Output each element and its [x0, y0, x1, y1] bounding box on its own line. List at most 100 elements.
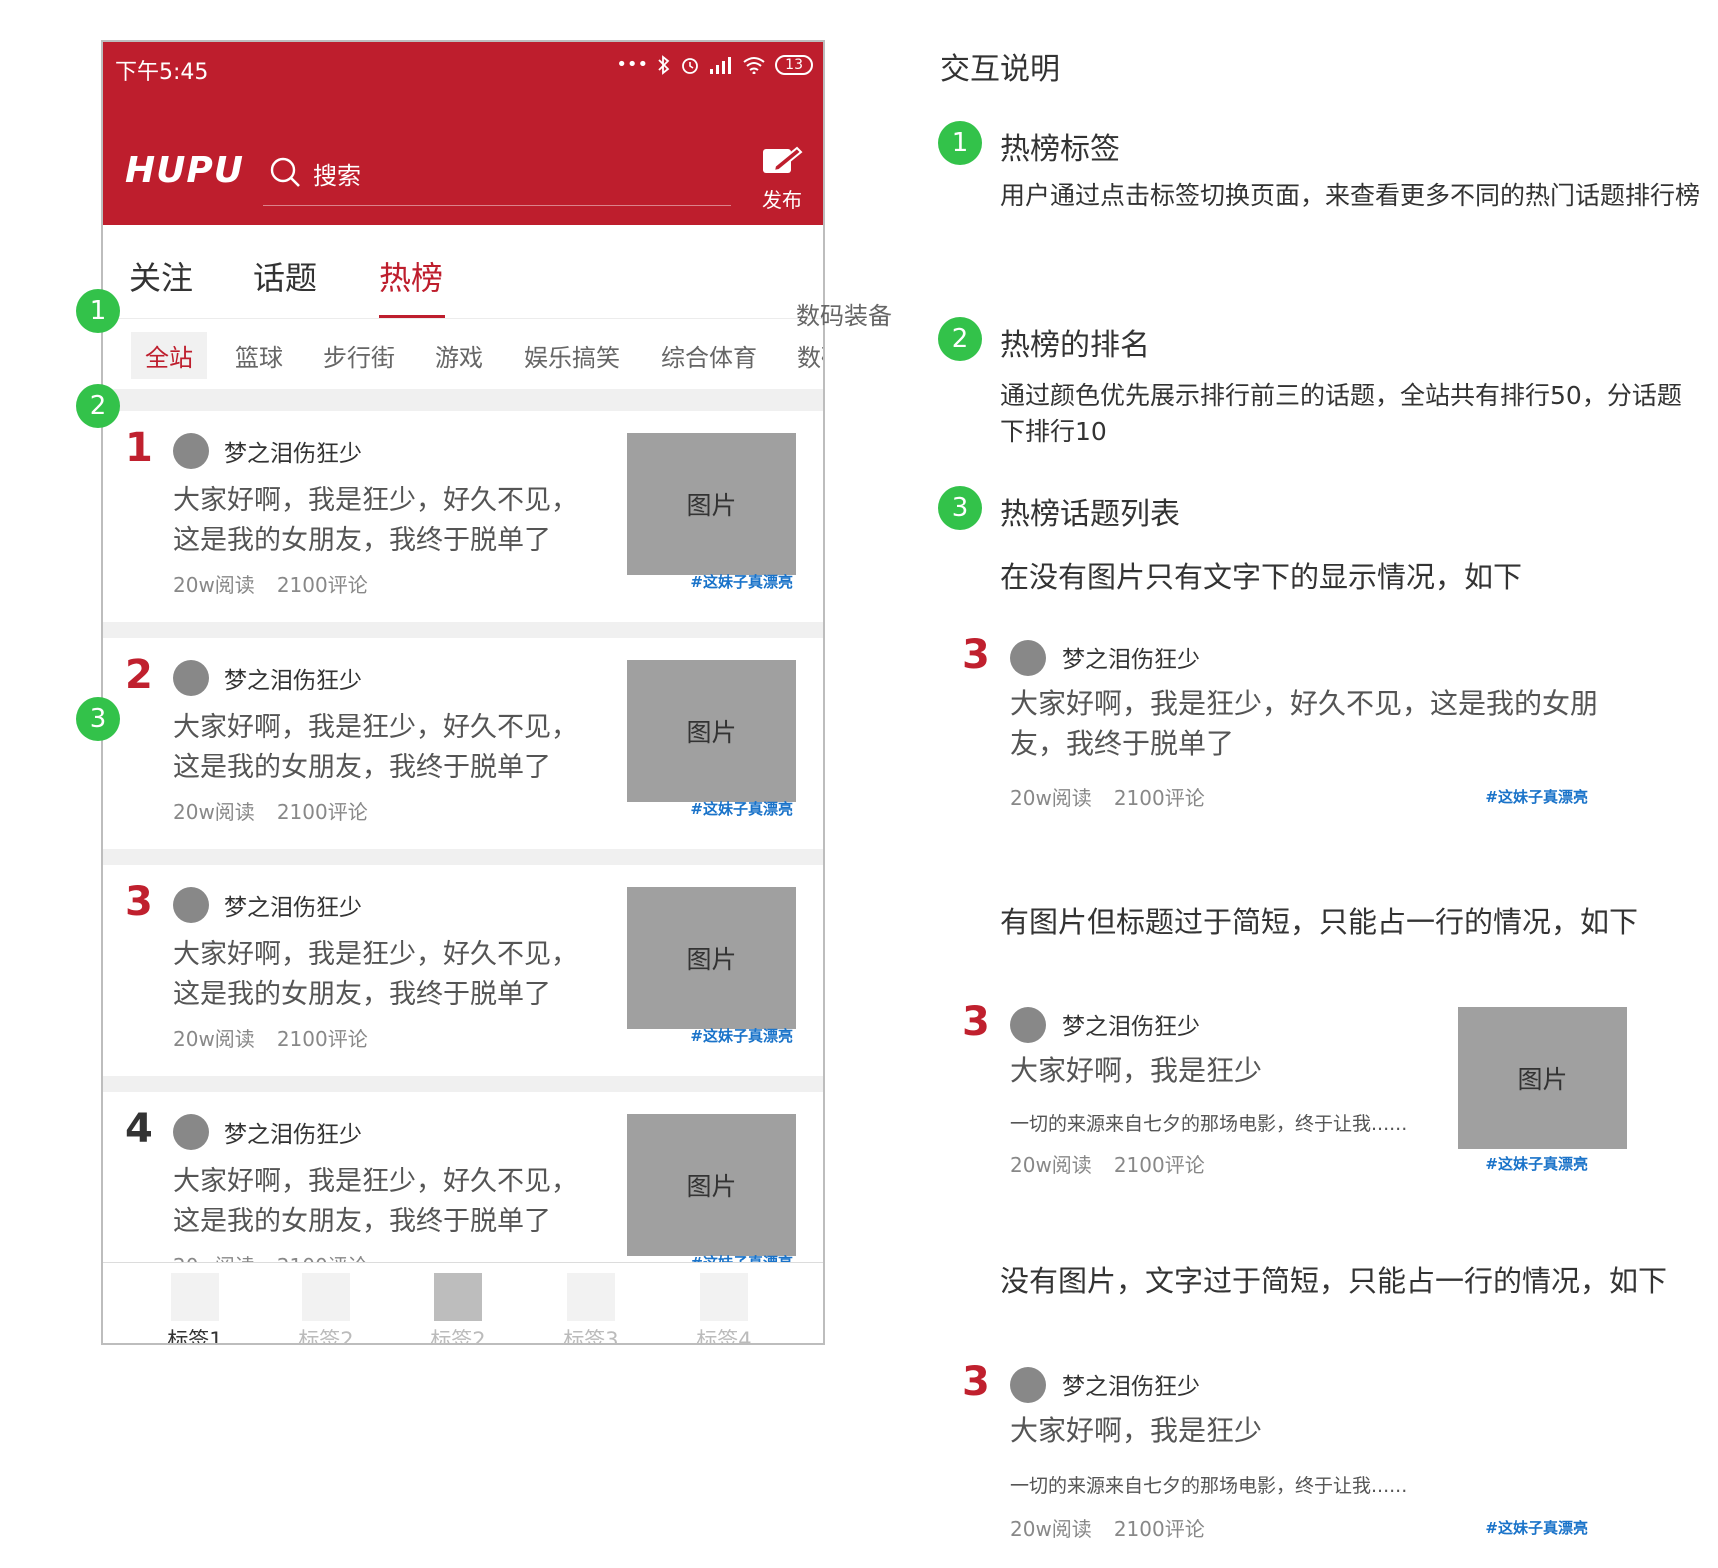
signal-icon [709, 56, 733, 74]
topic-tag[interactable]: #这妹子真漂亮 [690, 1025, 793, 1046]
battery-icon: 13 [775, 55, 813, 75]
topic-tag[interactable]: #这妹子真漂亮 [690, 571, 793, 592]
read-count: 20w阅读 [173, 800, 255, 824]
example-image-short-title: 3 梦之泪伤狂少 大家好啊，我是狂少 一切的来源来自七夕的那场电影，终于让我..… [958, 999, 1648, 1189]
hupu-logo[interactable]: HUPU [125, 150, 244, 191]
topic-tag: #这妹子真漂亮 [1485, 1517, 1588, 1538]
username[interactable]: 梦之泪伤狂少 [224, 661, 362, 695]
nav-label: 标签2 [298, 1324, 353, 1345]
topic-title[interactable]: 大家好啊，我是狂少，好久不见，这是我的女朋友，我终于脱单了 [173, 481, 583, 561]
read-count: 20w阅读 [1010, 1517, 1092, 1541]
topic-tag[interactable]: #这妹子真漂亮 [690, 798, 793, 819]
subtab-basketball[interactable]: 篮球 [235, 338, 283, 373]
item-divider [103, 1076, 823, 1092]
topic-image[interactable]: 图片 [627, 1114, 796, 1256]
section-title-hot-list-tabs: 热榜标签 [1000, 124, 1120, 168]
topic-tag: #这妹子真漂亮 [1485, 786, 1588, 807]
item-divider [103, 622, 823, 638]
nav-item-tag4[interactable]: 标签4 [694, 1273, 754, 1345]
topic-image[interactable]: 图片 [627, 660, 796, 802]
explanation-heading: 交互说明 [940, 44, 1060, 88]
rank-number: 3 [962, 999, 990, 1045]
status-bar: 下午5:45 ••• 13 [103, 42, 823, 92]
subtab-pedestrian-street[interactable]: 步行街 [323, 338, 395, 373]
active-tab-indicator [379, 315, 445, 318]
topic-summary: 一切的来源来自七夕的那场电影，终于让我...... [1010, 1471, 1407, 1498]
tab-topic[interactable]: 话题 [253, 253, 317, 299]
avatar[interactable] [173, 433, 209, 469]
subtab-digital-overflow: 数码装备 [796, 296, 892, 331]
rank-number: 2 [125, 652, 153, 698]
read-count: 20w阅读 [1010, 1153, 1092, 1177]
username[interactable]: 梦之泪伤狂少 [224, 888, 362, 922]
topic-title[interactable]: 大家好啊，我是狂少，好久不见，这是我的女朋友，我终于脱单了 [173, 708, 583, 788]
tab-follow[interactable]: 关注 [129, 253, 193, 299]
avatar[interactable] [173, 887, 209, 923]
topic-image: 图片 [1458, 1007, 1627, 1149]
nav-item-tag2b[interactable]: 标签2 [428, 1273, 488, 1345]
item-divider [103, 849, 823, 865]
comment-count: 2100评论 [1114, 1153, 1205, 1177]
topic-title[interactable]: 大家好啊，我是狂少，好久不见，这是我的女朋友，我终于脱单了 [173, 1162, 583, 1242]
subtab-all-site[interactable]: 全站 [131, 332, 207, 379]
topic-meta: 20w阅读2100评论 [173, 569, 368, 598]
topic-meta: 20w阅读 2100评论 [1010, 1513, 1205, 1542]
section-marker-1: 1 [938, 121, 982, 165]
topic-image[interactable]: 图片 [627, 887, 796, 1029]
hot-topic-item[interactable]: 2 梦之泪伤狂少 大家好啊，我是狂少，好久不见，这是我的女朋友，我终于脱单了 2… [103, 638, 823, 849]
comment-count: 2100评论 [277, 573, 368, 597]
username[interactable]: 梦之泪伤狂少 [224, 1115, 362, 1149]
avatar [1010, 1007, 1046, 1043]
rank-number: 3 [962, 632, 990, 678]
alarm-icon [680, 55, 700, 75]
section-title-topic-list: 热榜话题列表 [1000, 489, 1180, 533]
avatar[interactable] [173, 660, 209, 696]
topic-meta: 20w阅读 2100评论 [1010, 782, 1205, 811]
rank-number: 3 [962, 1359, 990, 1405]
username[interactable]: 梦之泪伤狂少 [224, 434, 362, 468]
rank-number: 1 [125, 425, 153, 471]
system-icons: ••• 13 [616, 54, 813, 75]
example-no-image-short-text: 3 梦之泪伤狂少 大家好啊，我是狂少 一切的来源来自七夕的那场电影，终于让我..… [958, 1359, 1648, 1549]
section-desc-hot-list-tabs: 用户通过点击标签切换页面，来查看更多不同的热门话题排行榜 [1000, 178, 1700, 214]
rank-number: 3 [125, 879, 153, 925]
subtab-digital[interactable]: 数码装备 [797, 338, 825, 373]
nav-label: 标签3 [563, 1324, 618, 1345]
read-count: 20w阅读 [1010, 786, 1092, 810]
comment-count: 2100评论 [1114, 786, 1205, 810]
bluetooth-icon [657, 55, 671, 75]
topic-title[interactable]: 大家好啊，我是狂少，好久不见，这是我的女朋友，我终于脱单了 [173, 935, 583, 1015]
search-icon [269, 156, 301, 192]
hot-topic-item[interactable]: 1 梦之泪伤狂少 大家好啊，我是狂少，好久不见，这是我的女朋友，我终于脱单了 2… [103, 411, 823, 622]
comment-count: 2100评论 [1114, 1517, 1205, 1541]
nav-tag3-icon [567, 1273, 615, 1321]
note-no-image-short-text: 没有图片，文字过于简短，只能占一行的情况，如下 [1000, 1258, 1667, 1300]
subtab-entertainment[interactable]: 娱乐搞笑 [524, 338, 620, 373]
nav-label: 标签1 [167, 1324, 222, 1345]
section-divider [103, 389, 823, 411]
subtab-games[interactable]: 游戏 [435, 338, 483, 373]
nav-item-tag3[interactable]: 标签3 [561, 1273, 621, 1345]
main-tabs: 关注 话题 热榜 [103, 225, 823, 319]
nav-item-tag2[interactable]: 标签2 [296, 1273, 356, 1345]
username: 梦之泪伤狂少 [1062, 1007, 1200, 1041]
edit-icon [761, 146, 803, 180]
topic-summary: 一切的来源来自七夕的那场电影，终于让我...... [1010, 1109, 1407, 1136]
section-title-ranking: 热榜的排名 [1000, 320, 1150, 364]
section-marker-3: 3 [938, 486, 982, 530]
publish-button[interactable]: 发布 [761, 146, 803, 213]
section-desc-ranking: 通过颜色优先展示排行前三的话题，全站共有排行50，分话题下排行10 [1000, 378, 1700, 450]
topic-image[interactable]: 图片 [627, 433, 796, 575]
topic-title: 大家好啊，我是狂少，好久不见，这是我的女朋友，我终于脱单了 [1010, 684, 1640, 764]
search-bar[interactable]: 搜索 [263, 142, 731, 206]
example-text-only: 3 梦之泪伤狂少 大家好啊，我是狂少，好久不见，这是我的女朋友，我终于脱单了 2… [958, 632, 1648, 812]
username: 梦之泪伤狂少 [1062, 1367, 1200, 1401]
topic-meta: 20w阅读2100评论 [173, 796, 368, 825]
tab-hot-list[interactable]: 热榜 [379, 253, 443, 299]
comment-count: 2100评论 [277, 1027, 368, 1051]
avatar[interactable] [173, 1114, 209, 1150]
subtab-sports[interactable]: 综合体育 [661, 338, 757, 373]
nav-item-tag1[interactable]: 标签1 [165, 1273, 225, 1345]
annotation-marker-3: 3 [76, 697, 120, 741]
hot-topic-item[interactable]: 3 梦之泪伤狂少 大家好啊，我是狂少，好久不见，这是我的女朋友，我终于脱单了 2… [103, 865, 823, 1076]
